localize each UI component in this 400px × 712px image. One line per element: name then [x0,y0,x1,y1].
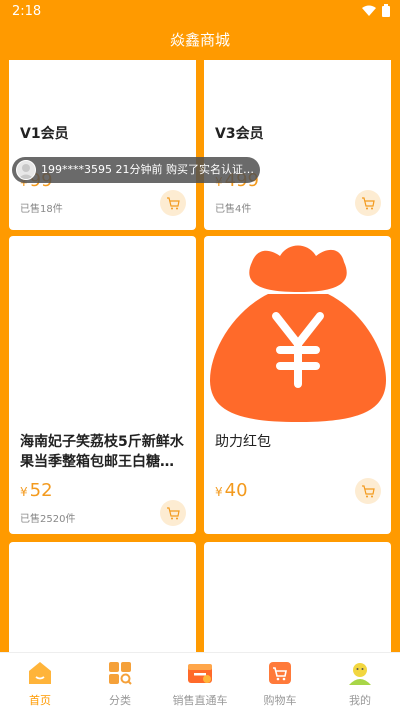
add-to-cart-button[interactable] [160,500,186,526]
wifi-icon [362,5,376,16]
sold-count: 已售18件 [20,204,63,215]
product-grid: V1会员 ¥99 已售18件 V3会员 ¥499 已售4件 海南妃子笑荔枝5斤新… [0,60,400,652]
add-to-cart-button[interactable] [355,190,381,216]
user-icon [18,164,34,179]
add-to-cart-button[interactable] [355,478,381,504]
product-card[interactable] [204,542,391,652]
product-price: ¥40 [215,480,248,501]
app-title: 焱鑫商城 [0,24,400,60]
product-card[interactable] [9,542,196,652]
toast-text: 199****3595 21分钟前 购买了实名认证… [41,163,254,176]
status-icons [362,4,390,17]
product-name: V3会员 [215,126,264,142]
sold-count: 已售2520件 [20,514,76,525]
status-time: 2:18 [12,4,42,19]
tab-home[interactable]: 首页 [0,653,80,712]
tab-label: 分类 [109,694,131,707]
product-card[interactable]: 海南妃子笑荔枝5斤新鲜水果当季整箱包邮王白糖… ¥52 已售2520件 [9,236,196,534]
tab-cart[interactable]: 购物车 [240,653,320,712]
product-card[interactable]: V3会员 ¥499 已售4件 [204,60,391,230]
tab-sales-express[interactable]: 销售直通车 [160,653,240,712]
add-to-cart-button[interactable] [160,190,186,216]
tab-label: 首页 [29,694,51,707]
red-packet-money-bag-image [210,245,386,422]
cart-icon [167,196,180,209]
sales-express-icon [188,664,212,683]
status-bar: 2:18 [0,0,400,24]
home-icon [29,662,51,684]
profile-icon [349,663,371,685]
category-icon [109,662,132,685]
product-name: V1会员 [20,126,69,142]
battery-icon [382,4,390,17]
cart-icon [269,662,291,684]
purchase-notification-toast: 199****3595 21分钟前 购买了实名认证… [12,157,260,183]
product-name: 助力红包 [215,434,271,450]
tab-category[interactable]: 分类 [80,653,160,712]
tab-profile[interactable]: 我的 [320,653,400,712]
bottom-tab-bar: 首页 分类 销售直通车 购物车 我的 [0,652,400,712]
product-card[interactable]: V1会员 ¥99 已售18件 [9,60,196,230]
tab-label: 购物车 [263,694,297,707]
tab-label: 销售直通车 [172,694,228,707]
tab-label: 我的 [349,694,371,707]
cart-icon [167,506,180,519]
product-price: ¥52 [20,480,53,501]
cart-icon [362,196,375,209]
avatar [16,160,36,180]
sold-count: 已售4件 [215,204,252,215]
product-card[interactable]: 助力红包 ¥40 [204,236,391,534]
product-name: 海南妃子笑荔枝5斤新鲜水果当季整箱包邮王白糖… [20,434,184,470]
cart-icon [362,484,375,497]
